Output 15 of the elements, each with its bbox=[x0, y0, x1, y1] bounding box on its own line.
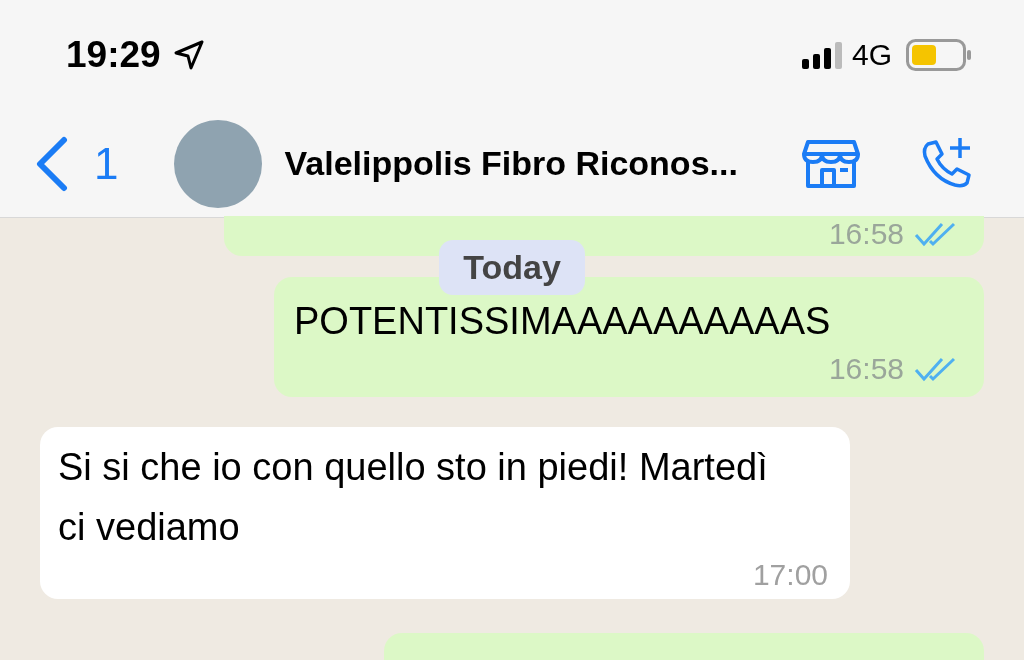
back-button[interactable]: 1 bbox=[34, 135, 119, 192]
chevron-left-icon bbox=[34, 135, 68, 192]
network-label: 4G bbox=[851, 38, 892, 72]
storefront-icon[interactable] bbox=[802, 137, 860, 190]
message-text: Si si che io con quello sto in piedi! Martedì ci vediamo bbox=[58, 445, 769, 550]
contact-name[interactable]: Valelippolis Fibro Riconos... bbox=[284, 144, 738, 183]
message-text: POTENTISSIMAAAAAAAAAAS bbox=[294, 299, 832, 344]
message-time: 16:58 bbox=[828, 351, 904, 387]
message-time: 16:58 bbox=[828, 216, 904, 252]
location-arrow-icon bbox=[172, 39, 205, 71]
battery-icon bbox=[906, 39, 972, 71]
clock-time: 19:29 bbox=[66, 34, 161, 76]
date-chip: Today bbox=[439, 240, 585, 295]
message-time: 17:00 bbox=[752, 557, 828, 593]
signal-icon bbox=[801, 41, 842, 69]
